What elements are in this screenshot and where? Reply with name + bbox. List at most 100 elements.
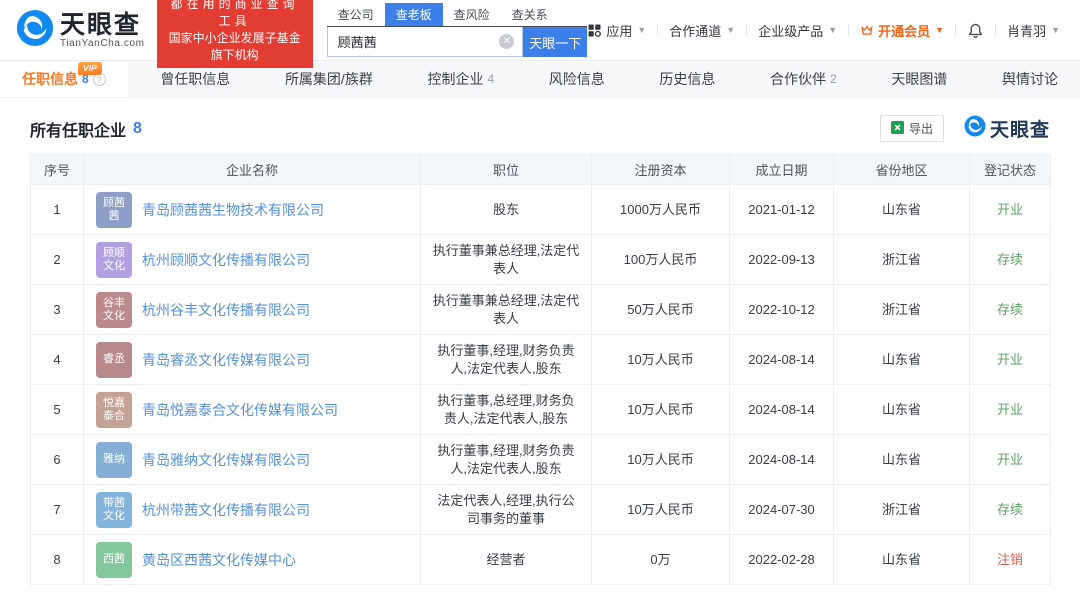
search-type-tab[interactable]: 查风险 [443, 3, 501, 26]
nav-tab-label: 合作伙伴 [770, 69, 826, 89]
nav-tab-label: 所属集团/族群 [285, 69, 373, 89]
cell-region: 浙江省 [834, 485, 970, 535]
company-avatar: 顾顺文化 [96, 242, 132, 278]
status-badge: 开业 [970, 385, 1051, 435]
cell-company: 睿丞 青岛睿丞文化传媒有限公司 [84, 335, 421, 385]
nav-tab-label: 舆情讨论 [1002, 69, 1058, 89]
menu-channel-label: 合作通道 [669, 21, 721, 40]
tianyancha-logo[interactable]: 天眼查 TianYanCha.com [16, 9, 145, 52]
status-badge: 开业 [970, 335, 1051, 385]
main-content: 所有任职企业 8 导出 天眼查 [0, 115, 1080, 585]
nav-tab-label: 风险信息 [549, 69, 605, 89]
vip-badge: VIP [78, 62, 102, 75]
cell-region: 山东省 [834, 335, 970, 385]
company-link[interactable]: 青岛顾茜茜生物技术有限公司 [142, 201, 324, 219]
cell-seq: 3 [31, 285, 84, 335]
cell-region: 山东省 [834, 535, 970, 585]
cell-company: 悦嘉泰合 青岛悦嘉泰合文化传媒有限公司 [84, 385, 421, 435]
column-header: 省份地区 [834, 155, 970, 185]
company-link[interactable]: 青岛雅纳文化传媒有限公司 [142, 451, 310, 469]
company-link[interactable]: 青岛悦嘉泰合文化传媒有限公司 [142, 401, 338, 419]
nav-tab-count: 4 [487, 72, 494, 86]
search-type-tab[interactable]: 查关系 [501, 3, 559, 26]
cell-position: 股东 [421, 185, 592, 235]
column-header: 登记状态 [970, 155, 1051, 185]
nav-tab[interactable]: 历史信息 [637, 61, 737, 97]
nav-tab[interactable]: 控制企业 4 [405, 61, 516, 97]
nav-tab[interactable]: 风险信息 [527, 61, 627, 97]
company-link[interactable]: 杭州带茜文化传播有限公司 [142, 501, 310, 519]
menu-divider [955, 24, 956, 36]
company-link[interactable]: 杭州谷丰文化传播有限公司 [142, 301, 310, 319]
menu-channel[interactable]: 合作通道 ▼ [669, 21, 735, 40]
nav-tab-label: 天眼图谱 [891, 69, 947, 89]
nav-tab[interactable]: 合作伙伴 2 [748, 61, 859, 97]
chevron-down-icon: ▼ [637, 25, 646, 35]
cell-seq: 2 [31, 235, 84, 285]
search-type-tab[interactable]: 查公司 [327, 3, 385, 26]
cell-seq: 5 [31, 385, 84, 435]
cell-position: 执行董事,总经理,财务负责人,法定代表人,股东 [421, 385, 592, 435]
cell-company: 雅纳 青岛雅纳文化传媒有限公司 [84, 435, 421, 485]
table-body: 1 顾茜茜 青岛顾茜茜生物技术有限公司 股东 1000万人民币 2021-01-… [31, 185, 1051, 585]
nav-tab[interactable]: 所属集团/族群 [263, 61, 395, 97]
cell-company: 西茜 黄岛区西茜文化传媒中心 [84, 535, 421, 585]
company-avatar: 睿丞 [96, 342, 132, 378]
cell-date: 2021-01-12 [730, 185, 834, 235]
status-badge: 注销 [970, 535, 1051, 585]
menu-apps[interactable]: 应用 ▼ [587, 21, 646, 40]
company-avatar: 谷丰文化 [96, 292, 132, 328]
company-link[interactable]: 黄岛区西茜文化传媒中心 [142, 551, 296, 569]
cell-region: 山东省 [834, 435, 970, 485]
cell-region: 浙江省 [834, 285, 970, 335]
nav-tab[interactable]: 天眼图谱 [869, 61, 969, 97]
bell-icon [967, 22, 984, 39]
nav-tab[interactable]: VIP 任职信息 8 ? [0, 61, 128, 97]
menu-apps-label: 应用 [606, 21, 632, 40]
status-badge: 开业 [970, 185, 1051, 235]
search-input[interactable] [328, 27, 523, 56]
notifications-bell[interactable] [967, 22, 984, 39]
export-button[interactable]: 导出 [880, 115, 944, 142]
top-menu: 应用 ▼ 合作通道 ▼ 企业级产品 ▼ 开通会员 ▼ [587, 21, 1060, 40]
page-title-count: 8 [133, 120, 142, 138]
cell-position: 法定代表人,经理,执行公司事务的董事 [421, 485, 592, 535]
header: 天眼查 TianYanCha.com 都在用的商业查询工具 国家中小企业发展子基… [0, 0, 1080, 60]
cell-capital: 100万人民币 [592, 235, 730, 285]
company-avatar: 悦嘉泰合 [96, 392, 132, 428]
search-box: ✕ [327, 27, 524, 57]
cell-date: 2024-07-30 [730, 485, 834, 535]
cell-capital: 1000万人民币 [592, 185, 730, 235]
watermark-logo-icon [964, 115, 986, 142]
column-header: 职位 [421, 155, 592, 185]
cell-region: 山东省 [834, 385, 970, 435]
search-button[interactable]: 天眼一下 [523, 27, 587, 57]
nav-tab[interactable]: 舆情讨论 [980, 61, 1080, 97]
cell-seq: 8 [31, 535, 84, 585]
export-label: 导出 [909, 120, 933, 137]
cell-capital: 0万 [592, 535, 730, 585]
cell-company: 顾茜茜 青岛顾茜茜生物技术有限公司 [84, 185, 421, 235]
cell-position: 经营者 [421, 535, 592, 585]
page-title: 所有任职企业 [30, 117, 126, 141]
company-avatar: 顾茜茜 [96, 192, 132, 228]
nav-tab-label: 曾任职信息 [160, 69, 230, 89]
cell-company: 谷丰文化 杭州谷丰文化传播有限公司 [84, 285, 421, 335]
chevron-down-icon: ▼ [726, 25, 735, 35]
cell-date: 2022-09-13 [730, 235, 834, 285]
menu-products[interactable]: 企业级产品 ▼ [758, 21, 837, 40]
table-row: 2 顾顺文化 杭州顾顺文化传播有限公司 执行董事兼总经理,法定代表人 100万人… [31, 235, 1051, 285]
promo-banner: 都在用的商业查询工具 国家中小企业发展子基金旗下机构 [157, 0, 313, 68]
cell-region: 浙江省 [834, 235, 970, 285]
company-link[interactable]: 青岛睿丞文化传媒有限公司 [142, 351, 310, 369]
company-link[interactable]: 杭州顾顺文化传播有限公司 [142, 251, 310, 269]
user-menu[interactable]: 肖青羽 ▼ [1007, 21, 1060, 40]
menu-vip[interactable]: 开通会员 ▼ [860, 21, 944, 40]
column-header: 序号 [31, 155, 84, 185]
table-row: 7 带茜文化 杭州带茜文化传播有限公司 法定代表人,经理,执行公司事务的董事 1… [31, 485, 1051, 535]
menu-divider [746, 24, 747, 36]
column-header: 企业名称 [84, 155, 421, 185]
search-type-tab[interactable]: 查老板 [385, 3, 443, 26]
cell-seq: 7 [31, 485, 84, 535]
nav-tab[interactable]: 曾任职信息 [138, 61, 252, 97]
